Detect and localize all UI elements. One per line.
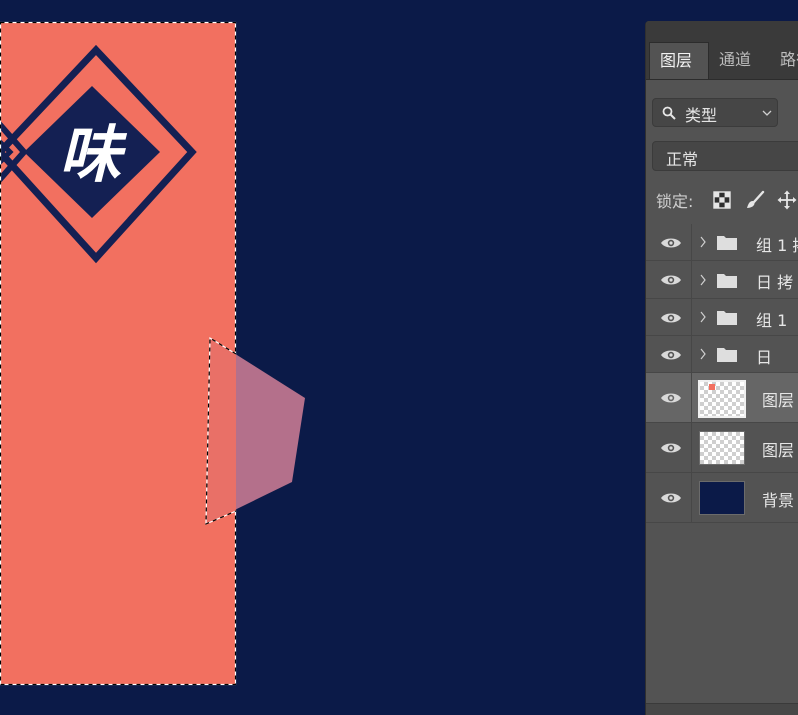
eye-visibility-icon[interactable] xyxy=(660,491,682,505)
chevron-right-icon[interactable] xyxy=(699,236,707,248)
panel-bottom-bar xyxy=(646,703,798,715)
lock-position-move-icon[interactable] xyxy=(777,190,797,210)
layer-name: 图层 xyxy=(762,391,795,410)
layers-panel: 图层 通道 路径 类型 正常 锁定: xyxy=(645,21,798,715)
layer-row-group[interactable]: 日 xyxy=(646,336,798,373)
tab-paths[interactable]: 路径 xyxy=(770,42,798,79)
eye-visibility-icon[interactable] xyxy=(660,273,682,287)
chevron-down-icon xyxy=(762,110,772,116)
eye-visibility-icon[interactable] xyxy=(660,348,682,362)
folder-icon xyxy=(717,236,737,250)
layer-name: 组 1 拷 xyxy=(756,236,798,255)
layer-row[interactable]: 图层 xyxy=(646,423,798,473)
eye-visibility-icon[interactable] xyxy=(660,391,682,405)
lock-pixels-brush-icon[interactable] xyxy=(745,190,765,210)
layer-name: 日 xyxy=(756,348,773,367)
chevron-right-icon[interactable] xyxy=(699,348,707,360)
eye-visibility-icon[interactable] xyxy=(660,236,682,250)
canvas-artwork[interactable]: 味 xyxy=(0,0,645,715)
panel-tab-bar: 图层 通道 路径 xyxy=(646,21,798,80)
tab-channels[interactable]: 通道 xyxy=(709,42,770,79)
lock-row: 锁定: xyxy=(646,185,798,215)
blend-mode-label: 正常 xyxy=(666,150,699,169)
layer-name: 背景 xyxy=(762,491,795,510)
layer-row-group[interactable]: 组 1 拷 xyxy=(646,224,798,261)
chevron-right-icon[interactable] xyxy=(699,311,707,323)
layer-thumbnail[interactable] xyxy=(698,380,746,418)
document-canvas[interactable]: 味 xyxy=(0,0,645,715)
search-icon xyxy=(662,106,676,120)
layer-row-group[interactable]: 组 1 xyxy=(646,299,798,336)
tab-layers[interactable]: 图层 xyxy=(649,42,709,79)
layer-name: 日 拷 xyxy=(756,273,794,292)
lock-transparency-icon[interactable] xyxy=(712,190,732,210)
folder-icon xyxy=(717,348,737,362)
folder-icon xyxy=(717,311,737,325)
layer-row-background[interactable]: 背景 xyxy=(646,473,798,523)
layer-row-selected[interactable]: 图层 xyxy=(646,373,798,423)
layer-name: 图层 xyxy=(762,441,795,460)
badge-character: 味 xyxy=(59,118,128,191)
filter-label: 类型 xyxy=(685,106,718,125)
layer-name: 组 1 xyxy=(756,311,788,330)
eye-visibility-icon[interactable] xyxy=(660,441,682,455)
folder-icon xyxy=(717,274,737,288)
blend-mode-dropdown[interactable]: 正常 xyxy=(652,141,798,171)
chevron-right-icon[interactable] xyxy=(699,274,707,286)
thumbnail-content-mark xyxy=(709,384,715,390)
lock-label: 锁定: xyxy=(656,192,694,211)
layer-row-group[interactable]: 日 拷 xyxy=(646,261,798,299)
layer-thumbnail-background[interactable] xyxy=(699,481,745,515)
eye-visibility-icon[interactable] xyxy=(660,311,682,325)
layer-thumbnail[interactable] xyxy=(699,431,745,465)
trapezoid-overlap xyxy=(206,338,236,524)
layer-filter-dropdown[interactable]: 类型 xyxy=(652,98,778,127)
